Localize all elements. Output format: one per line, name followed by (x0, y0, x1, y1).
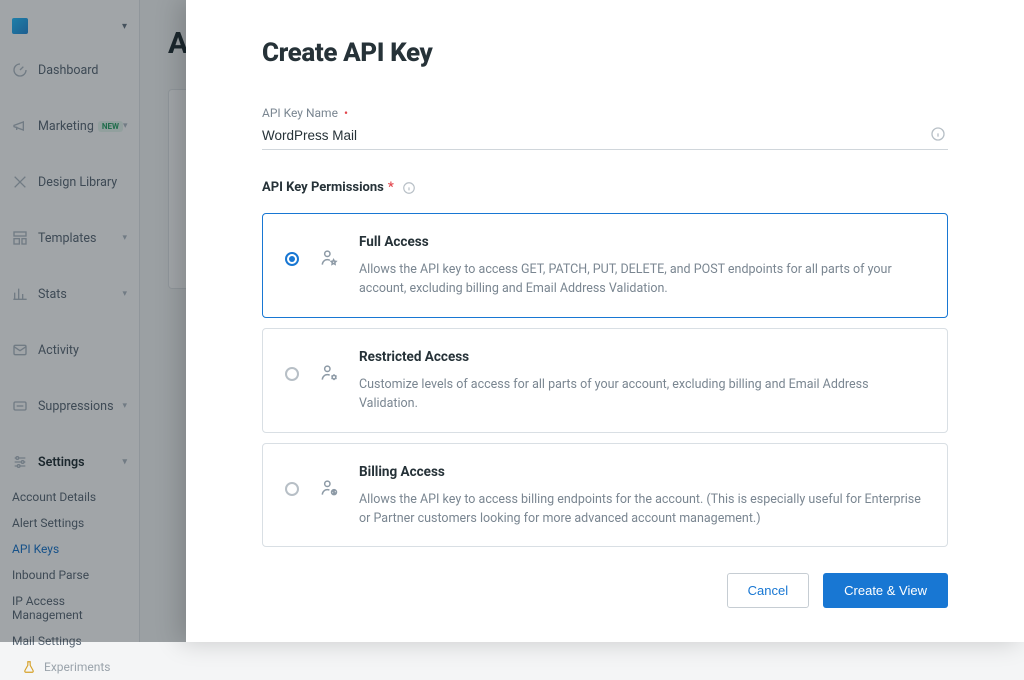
option-billing-access[interactable]: Billing Access Allows the API key to acc… (262, 443, 948, 548)
option-desc: Allows the API key to access billing end… (359, 490, 925, 529)
create-view-button[interactable]: Create & View (823, 573, 948, 608)
flask-icon (22, 660, 36, 674)
api-key-name-input[interactable] (262, 122, 948, 150)
required-marker: • (344, 106, 348, 120)
option-restricted-access[interactable]: Restricted Access Customize levels of ac… (262, 328, 948, 433)
option-desc: Customize levels of access for all parts… (359, 375, 925, 414)
radio-icon (285, 252, 299, 266)
user-gear-icon (319, 363, 339, 383)
option-title: Billing Access (359, 464, 925, 480)
modal-title: Create API Key (262, 38, 948, 68)
radio-icon (285, 367, 299, 381)
info-icon[interactable] (930, 126, 946, 142)
option-desc: Allows the API key to access GET, PATCH,… (359, 260, 925, 299)
user-star-icon (319, 248, 339, 268)
sub-item-experiments[interactable]: Experiments (0, 654, 139, 680)
info-icon[interactable] (402, 181, 416, 195)
option-full-access[interactable]: Full Access Allows the API key to access… (262, 213, 948, 318)
api-key-name-label: API Key Name• (262, 106, 948, 120)
radio-icon (285, 482, 299, 496)
sidebar-item-label: Experiments (44, 660, 111, 674)
user-dollar-icon (319, 478, 339, 498)
modal-actions: Cancel Create & View (262, 573, 948, 608)
permission-options: Full Access Allows the API key to access… (262, 213, 948, 547)
option-title: Restricted Access (359, 349, 925, 365)
option-title: Full Access (359, 234, 925, 250)
cancel-button[interactable]: Cancel (727, 573, 809, 608)
permissions-label: API Key Permissions* (262, 180, 948, 195)
create-api-key-modal: Create API Key API Key Name• API Key Per… (186, 0, 1024, 642)
